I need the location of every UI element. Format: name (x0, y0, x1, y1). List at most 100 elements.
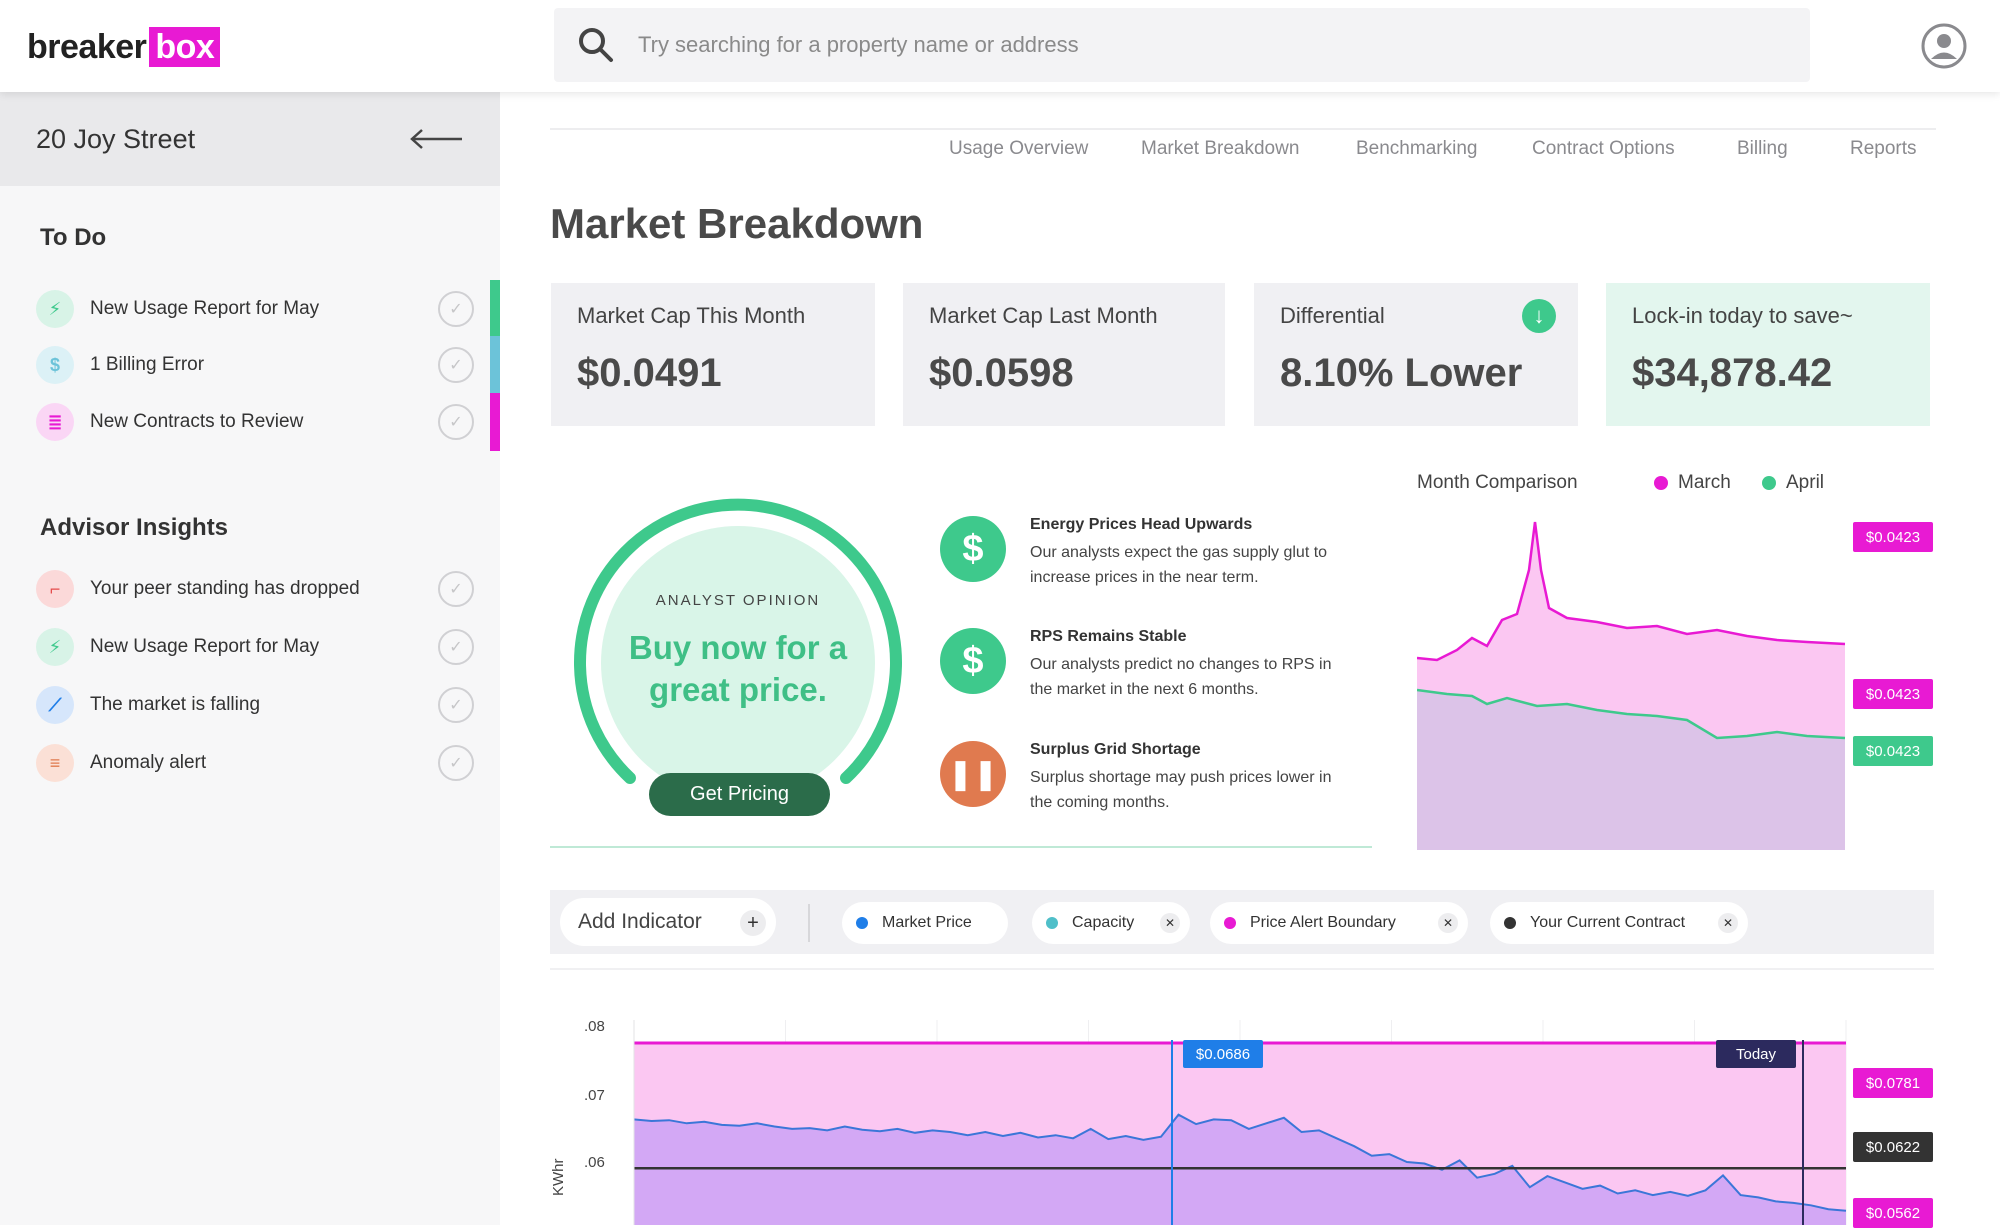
insight-title: Energy Prices Head Upwards (1030, 516, 1253, 533)
close-icon[interactable]: ✕ (1438, 913, 1458, 933)
get-pricing-button[interactable]: Get Pricing (649, 773, 830, 816)
card-value: 8.10% Lower (1280, 351, 1523, 395)
back-arrow-icon[interactable] (408, 127, 464, 151)
y-tick-label: .06 (584, 1154, 605, 1171)
card-title: Market Cap This Month (577, 303, 806, 328)
insight-item-market-falling[interactable]: ⟋ The market is falling ✓ (36, 682, 476, 728)
chip-capacity[interactable]: Capacity ✕ (1032, 902, 1190, 944)
chip-label: Market Price (882, 914, 972, 931)
chip-dot (1504, 917, 1516, 929)
chip-price-alert-boundary[interactable]: Price Alert Boundary ✕ (1210, 902, 1468, 944)
floor-price-tag: $0.0562 (1853, 1198, 1933, 1228)
tab-market-breakdown[interactable]: Market Breakdown (1141, 138, 1299, 160)
add-indicator-label: Add Indicator (578, 910, 702, 933)
search-input[interactable] (638, 32, 1738, 58)
alert-boundary-tag: $0.0781 (1853, 1068, 1933, 1098)
logo[interactable]: breaker box (27, 27, 221, 67)
insight-description: Our analysts expect the gas supply glut … (1030, 544, 1328, 586)
close-icon[interactable]: ✕ (1718, 913, 1738, 933)
checkmark-icon[interactable]: ✓ (438, 291, 474, 327)
today-tag: Today (1716, 1040, 1796, 1068)
advisor-insights-title: Advisor Insights (40, 514, 229, 541)
y-axis-label: KWhr (550, 1158, 567, 1197)
close-icon[interactable]: ✕ (1160, 913, 1180, 933)
legend-dot (1654, 476, 1668, 490)
logo-text-breaker: breaker (27, 27, 147, 66)
card-market-cap-this-month: Market Cap This Month $0.0491 (551, 283, 875, 426)
chip-dot (856, 917, 868, 929)
chip-current-contract[interactable]: Your Current Contract ✕ (1490, 902, 1748, 944)
todo-item-contracts[interactable]: ≣ New Contracts to Review ✓ (36, 399, 476, 445)
insight-item-peer-standing[interactable]: ⌐ Your peer standing has dropped ✓ (36, 566, 476, 612)
tab-contract-options[interactable]: Contract Options (1532, 138, 1675, 160)
lightning-icon: ⚡ (36, 628, 74, 666)
legend-label: March (1678, 472, 1731, 493)
card-value: $0.0598 (929, 351, 1074, 395)
insight-energy-prices: $ Energy Prices Head Upwards Our analyst… (940, 516, 1340, 606)
month-comparison-title: Month Comparison (1417, 472, 1578, 493)
march-current-tag: $0.0423 (1853, 679, 1933, 709)
status-stripe (490, 280, 500, 336)
checkmark-icon[interactable]: ✓ (438, 687, 474, 723)
month-comparison-chart (1417, 521, 1846, 850)
document-icon: ≣ (36, 403, 74, 441)
tab-benchmarking[interactable]: Benchmarking (1356, 138, 1477, 160)
status-stripe (490, 336, 500, 393)
todo-item-usage-report[interactable]: ⚡ New Usage Report for May ✓ (36, 286, 476, 332)
property-header: 20 Joy Street (0, 92, 500, 186)
market-price-chart (633, 1020, 1847, 1225)
chip-label: Your Current Contract (1530, 914, 1686, 931)
insight-title: RPS Remains Stable (1030, 628, 1187, 645)
checkmark-icon[interactable]: ✓ (438, 404, 474, 440)
analyst-opinion-label: ANALYST OPINION (655, 592, 821, 609)
add-indicator-button[interactable]: Add Indicator + (560, 898, 776, 946)
todo-item-label: 1 Billing Error (90, 354, 205, 375)
dollar-icon: $ (36, 346, 74, 384)
checkmark-icon[interactable]: ✓ (438, 347, 474, 383)
todo-item-billing-error[interactable]: $ 1 Billing Error ✓ (36, 342, 476, 388)
legend-april: April (1762, 472, 1824, 494)
chip-label: Capacity (1072, 914, 1135, 931)
lightning-icon: ⚡ (36, 290, 74, 328)
insight-item-anomaly[interactable]: ≡ Anomaly alert ✓ (36, 740, 476, 786)
card-value: $34,878.42 (1632, 351, 1833, 395)
marker-value-tag: $0.0686 (1183, 1040, 1263, 1068)
chip-market-price[interactable]: Market Price (842, 902, 1008, 944)
checkmark-icon[interactable]: ✓ (438, 745, 474, 781)
tabs-divider (550, 128, 1936, 130)
insight-description: Our analysts predict no changes to RPS i… (1030, 656, 1332, 698)
card-title: Lock-in today to save~ (1632, 303, 1853, 328)
logo-text-box: box (149, 27, 221, 67)
pause-icon: ❚❚ (940, 741, 1006, 807)
tab-usage-overview[interactable]: Usage Overview (949, 138, 1088, 160)
alert-lines-icon: ≡ (36, 744, 74, 782)
todo-title: To Do (40, 224, 107, 251)
chip-dot (1046, 917, 1058, 929)
checkmark-icon[interactable]: ✓ (438, 571, 474, 607)
march-peak-tag: $0.0423 (1853, 522, 1933, 552)
toolbar-separator (808, 904, 810, 942)
property-title: 20 Joy Street (36, 123, 196, 154)
tab-reports[interactable]: Reports (1850, 138, 1917, 160)
current-contract-tag: $0.0622 (1853, 1132, 1933, 1162)
plus-icon[interactable]: + (740, 910, 766, 936)
insight-surplus-shortage: ❚❚ Surplus Grid Shortage Surplus shortag… (940, 741, 1340, 831)
card-lock-in-savings: Lock-in today to save~ $34,878.42 (1606, 283, 1930, 426)
section-divider (550, 968, 1934, 970)
user-avatar-icon[interactable] (1920, 22, 1968, 70)
todo-item-label: New Contracts to Review (90, 411, 304, 432)
insight-item-usage-report[interactable]: ⚡ New Usage Report for May ✓ (36, 624, 476, 670)
card-differential: Differential 8.10% Lower ↓ (1254, 283, 1578, 426)
tab-billing[interactable]: Billing (1737, 138, 1788, 160)
insight-item-label: Your peer standing has dropped (90, 578, 360, 599)
indicator-toolbar: Add Indicator + Market Price Capacity ✕ … (550, 890, 1934, 954)
insight-item-label: The market is falling (90, 694, 261, 715)
chip-dot (1224, 917, 1236, 929)
sidebar: 20 Joy Street To Do ⚡ New Usage Report f… (0, 92, 500, 1225)
insight-item-label: Anomaly alert (90, 752, 207, 773)
insight-rps-stable: $ RPS Remains Stable Our analysts predic… (940, 628, 1340, 718)
y-tick-label: .07 (584, 1087, 605, 1104)
april-current-tag: $0.0423 (1853, 736, 1933, 766)
search-bar[interactable] (554, 8, 1810, 82)
checkmark-icon[interactable]: ✓ (438, 629, 474, 665)
